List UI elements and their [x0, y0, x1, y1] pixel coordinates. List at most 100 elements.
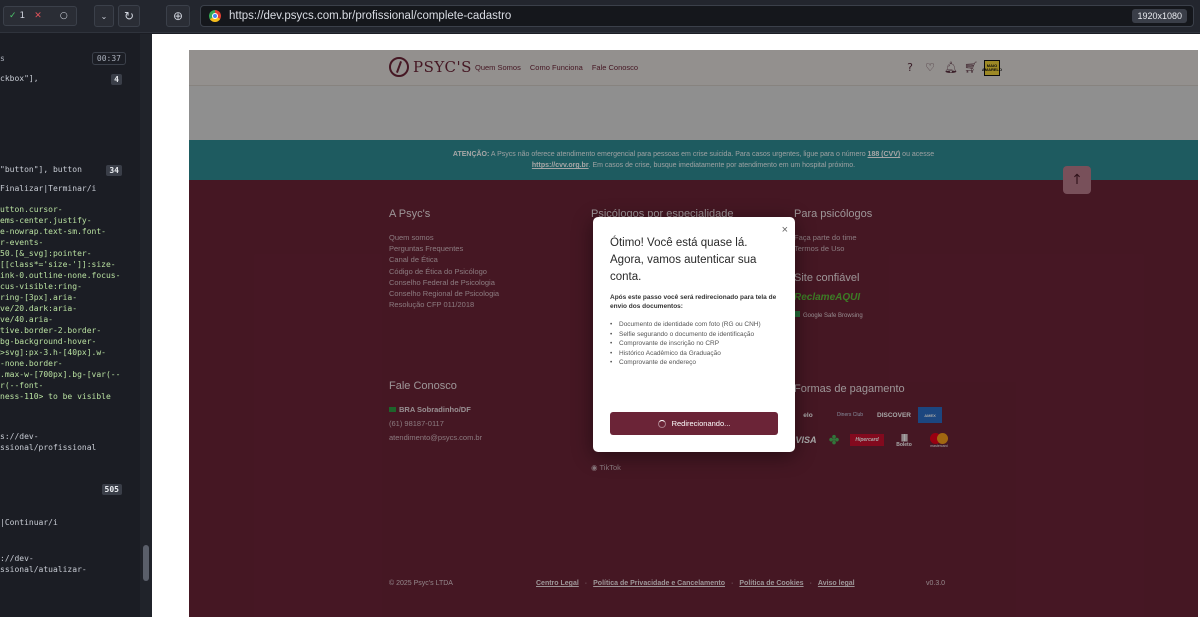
mastercard-logo: mastercard: [924, 432, 954, 448]
trust-title: Site confiável: [794, 272, 860, 285]
logo-text: PSYC'S: [413, 58, 472, 76]
bell-icon[interactable]: 🔔︎: [944, 62, 958, 74]
brazil-flag-icon: [389, 407, 396, 412]
cart-icon[interactable]: 🛒︎: [964, 62, 978, 74]
log-line: r(--font-: [0, 381, 44, 390]
help-icon[interactable]: ?: [904, 62, 916, 74]
copyright: © 2025 Psyc's LTDA: [389, 580, 453, 587]
boleto-label: Boleto: [896, 441, 912, 448]
legal-link-cookies[interactable]: Política de Cookies: [739, 580, 803, 587]
time-badge: 00:37: [91, 52, 126, 65]
contact-email[interactable]: atendimento@psycs.com.br: [389, 432, 589, 443]
log-line: ssional/atualizar-: [0, 565, 87, 574]
cvv-site-link[interactable]: https://cvv.org.br: [532, 162, 589, 169]
nav-como-funciona[interactable]: Como Funciona: [530, 63, 583, 72]
log-line: ness-110> to be visible: [0, 392, 111, 401]
panel-header: s: [0, 54, 5, 63]
separator: ·: [731, 580, 734, 587]
footer-col-title: Para psicólogos: [794, 208, 873, 220]
barcode-icon: |||||: [900, 432, 908, 442]
close-icon: ✕: [34, 11, 42, 21]
footer-link[interactable]: Canal de Ética: [389, 254, 569, 265]
log-line: ink-0.outline-none.focus-: [0, 271, 121, 280]
test-status-toggle[interactable]: ✓ 1 ✕ ○: [3, 6, 77, 26]
attention-banner: ATENÇÃO: A Psycs não oferece atendimento…: [189, 140, 1198, 180]
scroll-top-button[interactable]: ↑: [1063, 166, 1091, 194]
modal-description: Após este passo você será redirecionado …: [610, 294, 777, 310]
list-item: Selfie segurando o documento de identifi…: [610, 331, 780, 340]
attention-text-3: . Em casos de crise, busque imediatament…: [588, 162, 856, 169]
reclame-aqui-logo[interactable]: ReclameAQUI: [794, 292, 974, 303]
footer-link[interactable]: Conselho Federal de Psicologia: [389, 277, 569, 288]
footer-link[interactable]: Conselho Regional de Psicologia: [389, 288, 569, 299]
log-count-badge: 4: [111, 74, 122, 85]
log-line: e-nowrap.text-sm.font-: [0, 227, 106, 236]
discover-logo: DISCOVER: [877, 411, 911, 419]
contact-title: Fale Conosco: [389, 380, 457, 392]
tiktok-icon: ◉: [591, 463, 600, 472]
log-line: -none.border-: [0, 359, 63, 368]
attention-label: ATENÇÃO:: [452, 151, 490, 158]
log-count-badge: 505: [101, 484, 122, 495]
legal-link-centro[interactable]: Centro Legal: [536, 580, 579, 587]
nav-fale-conosco[interactable]: Fale Conosco: [592, 63, 638, 72]
log-line: tive.border-2.border-: [0, 326, 102, 335]
app-version: v0.3.0: [926, 580, 946, 587]
separator: ·: [584, 580, 588, 587]
nav-quem-somos[interactable]: Quem Somos: [475, 63, 521, 72]
hipercard-logo: Hipercard: [850, 434, 884, 446]
list-item: Histórico Acadêmico da Graduação: [610, 350, 780, 359]
payment-row-2: VISA ✤ Hipercard ||||| Boleto mastercard: [794, 431, 994, 449]
mastercard-label: mastercard: [930, 443, 948, 448]
panel-scrollbar[interactable]: [140, 34, 152, 617]
contact-phone[interactable]: (61) 98187-0117: [389, 418, 589, 429]
log-line: >svg]:px-3.h-[40px].w-: [0, 348, 106, 357]
reload-icon[interactable]: ↻: [118, 5, 140, 27]
header-icons: ? ♡ 🔔︎ 🛒︎ MAIO AMARELO: [904, 60, 1002, 76]
footer-link[interactable]: Código de Ética do Psicólogo: [389, 266, 569, 277]
crosshair-icon[interactable]: ⊕: [166, 5, 190, 27]
footer-link[interactable]: Perguntas Frequentes: [389, 243, 569, 254]
redirecting-label: Redirecionando...: [671, 419, 731, 428]
footer-link[interactable]: Quem somos: [389, 232, 569, 243]
hero-band: [189, 86, 1198, 140]
footer-col-title: A Psyc's: [389, 208, 431, 220]
cvv-phone-link[interactable]: 188 (CVV): [868, 151, 901, 158]
chevron-down-icon[interactable]: ⌄: [94, 5, 114, 27]
panel-scroll-thumb[interactable]: [143, 545, 149, 581]
log-line: "button"], button: [0, 165, 82, 174]
footer-link-termos[interactable]: Termos de Uso: [794, 243, 974, 254]
log-line: |Continuar/i: [0, 518, 58, 527]
attention-text-2: ou acesse: [900, 151, 935, 158]
diners-logo: Diners Club: [836, 412, 864, 418]
google-safe-browsing[interactable]: Google Safe Browsing: [794, 311, 974, 319]
spinner-icon: [657, 419, 666, 428]
legal-link-privacidade[interactable]: Política de Privacidade e Cancelamento: [593, 580, 725, 587]
redirecting-button[interactable]: Redirecionando...: [610, 412, 778, 435]
contact-location-text: BRA Sobradinho/DF: [399, 405, 471, 414]
log-line: Finalizar|Terminar/i: [0, 184, 97, 193]
command-log-panel: s 00:37 ckbox"], 4 "button"], button 34 Fina…: [0, 34, 152, 617]
log-line: .max-w-[700px].bg-[var(--: [0, 370, 121, 379]
log-line: ems-center.justify-: [0, 216, 92, 225]
contact-location: BRA Sobradinho/DF: [389, 404, 589, 415]
url-bar[interactable]: https://dev.psycs.com.br/profissional/co…: [200, 5, 1194, 27]
log-line: ring-[3px].aria-: [0, 293, 78, 302]
pending-icon: ○: [59, 11, 68, 21]
heart-icon[interactable]: ♡: [924, 62, 936, 74]
close-icon[interactable]: ×: [782, 224, 788, 236]
url-text: https://dev.psycs.com.br/profissional/co…: [229, 10, 512, 22]
list-item: Comprovante de endereço: [610, 359, 780, 368]
pass-count: 1: [19, 11, 26, 21]
footer-link-faca-parte[interactable]: Faça parte do time: [794, 232, 974, 243]
legal-link-aviso[interactable]: Aviso legal: [818, 580, 855, 587]
site-logo[interactable]: PSYC'S: [389, 57, 472, 77]
footer-col-psicologos: Para psicólogos Faça parte do time Termo…: [794, 208, 974, 319]
social-tiktok[interactable]: ◉ TikTok: [591, 457, 621, 475]
boleto-logo: ||||| Boleto: [892, 431, 916, 449]
footer-link[interactable]: Resolução CFP 011/2018: [389, 299, 569, 310]
log-line: s://dev-: [0, 432, 39, 441]
site-header: PSYC'S Quem Somos Como Funciona Fale Con…: [189, 50, 1198, 86]
authentication-modal: × Ótimo! Você está quase lá. Agora, vamo…: [593, 217, 795, 452]
maio-amarelo-badge[interactable]: MAIO AMARELO: [982, 60, 1002, 76]
